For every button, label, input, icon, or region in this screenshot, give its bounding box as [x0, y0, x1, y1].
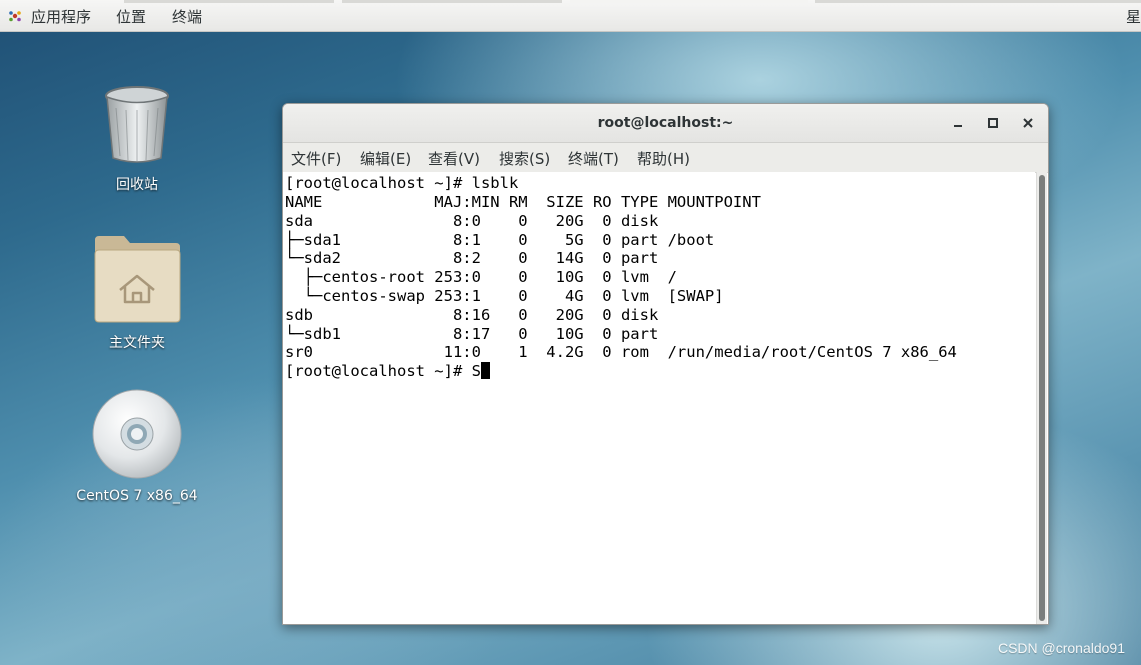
- menu-file[interactable]: 文件(F): [291, 148, 341, 169]
- menu-search[interactable]: 搜索(S): [499, 148, 550, 169]
- terminal-line: └─sdb1 8:17 0 10G 0 part: [285, 325, 659, 343]
- desktop-icon-trash[interactable]: 回收站: [72, 84, 202, 194]
- terminal-prompt-line: [root@localhost ~]# S: [285, 362, 490, 381]
- desktop-icon-label: 主文件夹: [109, 335, 165, 351]
- terminal-app-menu[interactable]: 终端: [172, 6, 202, 27]
- tab-indicator: [124, 0, 334, 3]
- close-icon[interactable]: [1019, 114, 1037, 132]
- terminal-line: sda 8:0 0 20G 0 disk: [285, 212, 659, 230]
- text-cursor: [480, 362, 490, 379]
- terminal-output[interactable]: [root@localhost ~]# lsblk NAME MAJ:MIN R…: [283, 172, 1035, 624]
- top-panel: 应用程序 位置 终端 星: [0, 0, 1141, 32]
- window-menubar: 文件(F) 编辑(E) 查看(V) 搜索(S) 终端(T) 帮助(H): [283, 143, 1048, 173]
- tab-indicator: [570, 0, 808, 3]
- menu-view[interactable]: 查看(V): [428, 148, 480, 169]
- terminal-line: sr0 11:0 1 4.2G 0 rom /run/media/root/Ce…: [285, 343, 957, 361]
- tab-indicator: [342, 0, 562, 3]
- terminal-line: └─centos-swap 253:1 0 4G 0 lvm [SWAP]: [285, 287, 724, 305]
- window-titlebar[interactable]: root@localhost:~: [283, 104, 1048, 143]
- desktop-icon-home[interactable]: 主文件夹: [72, 234, 202, 352]
- home-folder-icon: [94, 236, 181, 323]
- applications-menu[interactable]: 应用程序: [31, 6, 91, 27]
- desktop-icon-cdrom[interactable]: CentOS 7 x86_64: [72, 388, 202, 504]
- scrollbar-thumb[interactable]: [1039, 175, 1045, 621]
- terminal-window: root@localhost:~ 文件(F) 编辑(E) 查看(V) 搜索(S)…: [282, 103, 1049, 625]
- terminal-line: ├─centos-root 253:0 0 10G 0 lvm /: [285, 268, 677, 286]
- trash-icon: [105, 86, 169, 163]
- menu-help[interactable]: 帮助(H): [637, 148, 690, 169]
- terminal-line: [root@localhost ~]# lsblk: [285, 174, 519, 192]
- menu-edit[interactable]: 编辑(E): [360, 148, 411, 169]
- menu-terminal[interactable]: 终端(T): [568, 148, 619, 169]
- clock[interactable]: 星: [1126, 6, 1141, 27]
- places-menu[interactable]: 位置: [116, 6, 146, 27]
- desktop-icon-label: CentOS 7 x86_64: [76, 488, 198, 504]
- desktop-icon-label: 回收站: [116, 177, 158, 193]
- terminal-scrollbar[interactable]: [1036, 172, 1047, 624]
- terminal-line: └─sda2 8:2 0 14G 0 part: [285, 249, 659, 267]
- tab-indicator: [815, 0, 1141, 3]
- minimize-icon[interactable]: [949, 114, 967, 132]
- terminal-line: ├─sda1 8:1 0 5G 0 part /boot: [285, 231, 715, 249]
- gnome-foot-icon[interactable]: [8, 9, 22, 23]
- watermark: CSDN @cronaldo91: [997, 640, 1125, 656]
- prompt-text: [root@localhost ~]# S: [285, 362, 481, 380]
- terminal-line: sdb 8:16 0 20G 0 disk: [285, 306, 659, 324]
- disc-icon: [92, 389, 182, 479]
- maximize-icon[interactable]: [984, 114, 1002, 132]
- terminal-line: NAME MAJ:MIN RM SIZE RO TYPE MOUNTPOINT: [285, 193, 761, 211]
- window-title: root@localhost:~: [597, 115, 734, 131]
